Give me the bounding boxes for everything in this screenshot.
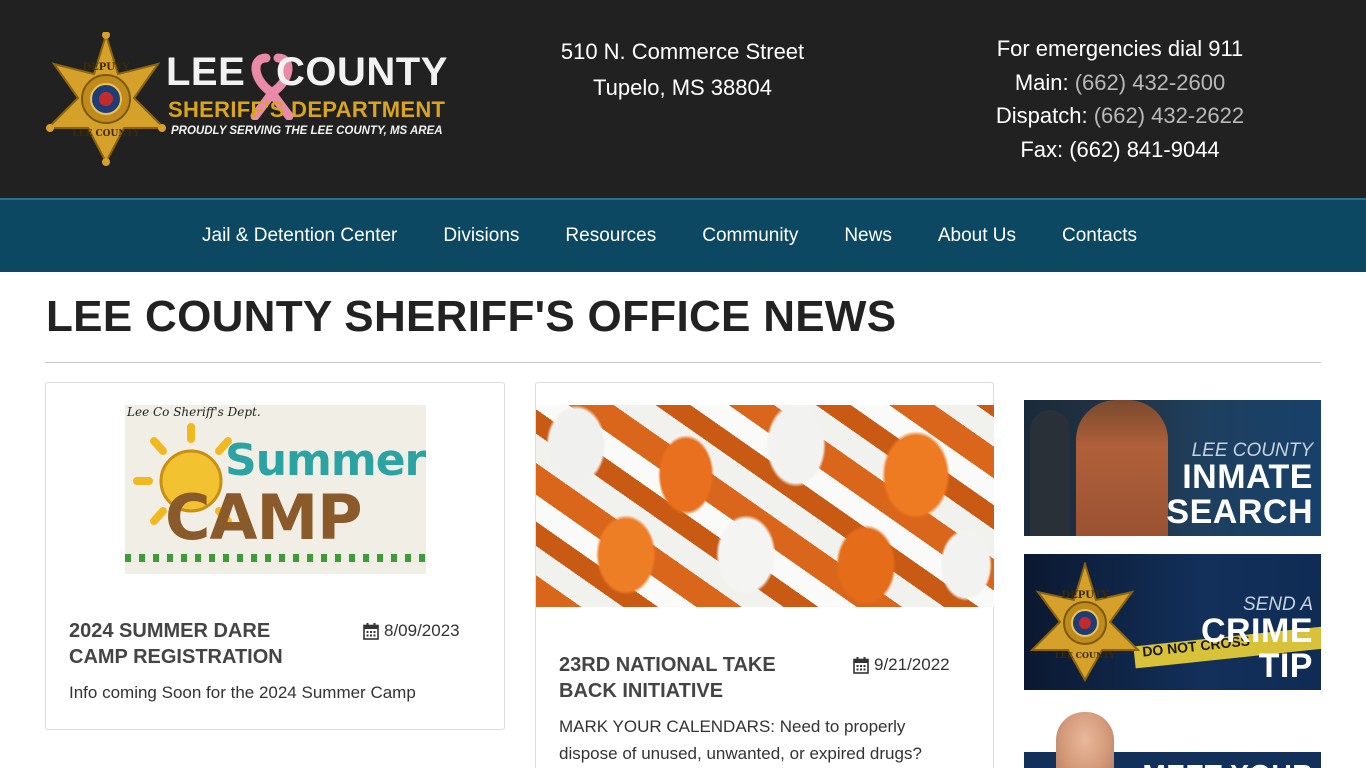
meet-your-text: MEET YOUR [1143,758,1313,768]
main-navigation: Jail & Detention Center Divisions Resour… [0,198,1366,272]
post-date: 9/21/2022 [853,655,950,675]
sheriff-portrait [1056,712,1114,768]
dispatch-phone-label: Dispatch: [995,103,1088,128]
summer-word: Summer [225,435,426,486]
emergency-text: For emergencies dial 911 [996,36,1244,61]
nav-item-news[interactable]: News [821,225,915,247]
svg-text:DEPUTY: DEPUTY [82,62,130,73]
header-address: 510 N. Commerce Street Tupelo, MS 38804 [520,34,845,106]
site-logo[interactable]: DEPUTY LEE COUNTY LEE COUNTY SHERIFF'S D… [46,32,456,167]
post-date: 8/09/2023 [363,621,460,641]
pill-bottles-image[interactable] [536,405,994,607]
post-date-text: 8/09/2023 [384,621,460,640]
svg-text:LEE COUNTY: LEE COUNTY [72,129,140,139]
news-card: Lee Co Sheriff's Dept. Summer CAMP 2024 … [45,382,505,730]
inmate-search-line2: SEARCH [1166,493,1313,531]
nav-item-resources[interactable]: Resources [542,225,679,247]
nav-item-contacts[interactable]: Contacts [1039,225,1160,247]
inmate-search-line1: INMATE [1182,458,1313,496]
crime-tip-line1: CRIME [1200,612,1313,650]
nav-item-jail[interactable]: Jail & Detention Center [179,225,420,247]
main-phone-link[interactable]: (662) 432-2600 [1075,70,1225,95]
post-title[interactable]: 2024 SUMMER DARE CAMP REGISTRATION [69,618,329,670]
site-header: DEPUTY LEE COUNTY LEE COUNTY SHERIFF'S D… [0,0,1366,198]
news-card: 23RD NATIONAL TAKE BACK INITIATIVE 9/21/… [535,382,994,768]
main-phone-row: Main: (662) 432-2600 [960,66,1280,100]
page-title: LEE COUNTY SHERIFF'S OFFICE NEWS [46,292,897,341]
post-excerpt: MARK YOUR CALENDARS: Need to properly di… [559,717,922,763]
address-line-2: Tupelo, MS 38804 [593,75,772,100]
logo-lee: LEE [166,50,246,94]
svg-text:LEE COUNTY: LEE COUNTY [1055,650,1115,660]
logo-tagline: PROUDLY SERVING THE LEE COUNTY, MS AREA [171,125,443,137]
logo-department: SHERIFF'S DEPARTMENT [168,97,446,122]
header-contact: For emergencies dial 911 Main: (662) 432… [960,32,1280,166]
camp-word: CAMP [165,481,363,554]
crime-tip-banner[interactable]: DO NOT CROSS DEPUTY LEE COUNTY SEND A CR… [1024,554,1321,690]
post-title[interactable]: 23RD NATIONAL TAKE BACK INITIATIVE [559,652,824,704]
sheriff-badge-icon: DEPUTY LEE COUNTY [46,32,166,166]
dispatch-phone-row: Dispatch: (662) 432-2622 [960,99,1280,133]
fax-number: Fax: (662) 841-9044 [1020,136,1220,162]
logo-county: COUNTY [276,50,448,94]
svg-text:DEPUTY: DEPUTY [1061,590,1109,601]
crime-tip-line2: TIP [1258,647,1313,685]
nav-item-about[interactable]: About Us [915,225,1039,247]
main-phone-label: Main: [1014,69,1069,95]
grass-decoration [125,554,426,562]
summer-camp-image[interactable]: Lee Co Sheriff's Dept. Summer CAMP [125,405,426,574]
image-caption: Lee Co Sheriff's Dept. [127,405,261,419]
inmate-figure [1076,400,1168,536]
nav-item-divisions[interactable]: Divisions [420,225,542,247]
nav-item-community[interactable]: Community [679,225,821,247]
dispatch-phone-link[interactable]: (662) 432-2622 [1094,103,1244,128]
title-divider [45,362,1321,363]
post-excerpt: Info coming Soon for the 2024 Summer Cam… [69,683,416,702]
inmate-search-banner[interactable]: LEE COUNTY INMATE SEARCH [1024,400,1321,536]
calendar-icon [363,622,379,640]
calendar-icon [853,656,869,674]
inmate-figure-left [1030,410,1070,536]
meet-sheriff-banner[interactable]: MEET YOUR [1024,708,1321,768]
deputy-badge-icon: DEPUTY LEE COUNTY [1030,562,1140,682]
address-line-1: 510 N. Commerce Street [560,39,805,64]
post-date-text: 9/21/2022 [874,655,950,674]
